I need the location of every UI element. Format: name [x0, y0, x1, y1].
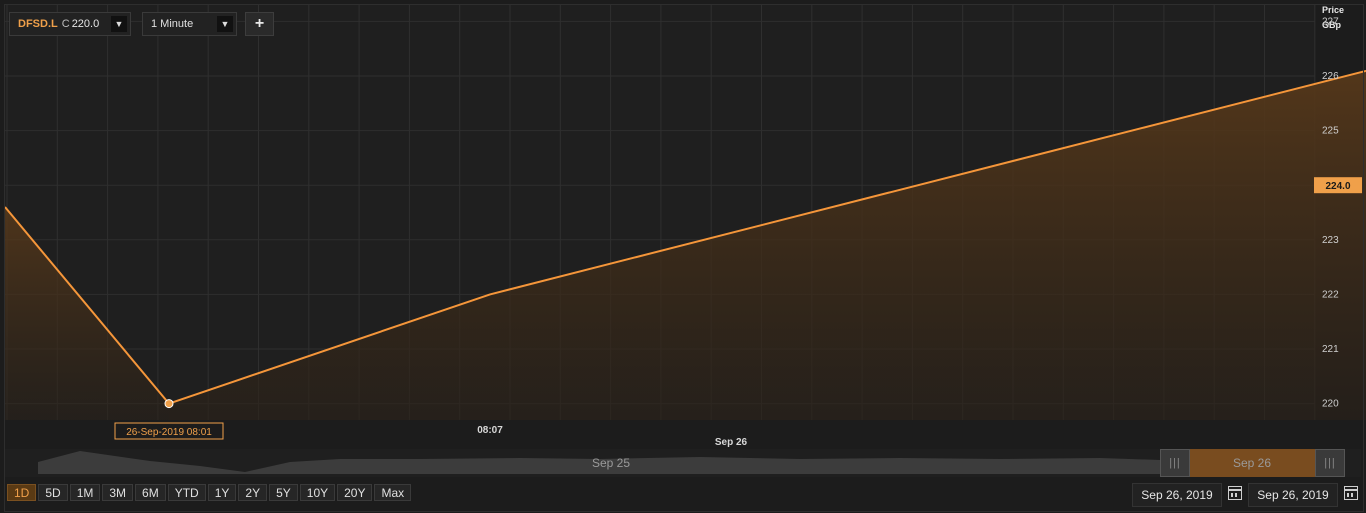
last-price-label: 224.0 [1325, 181, 1350, 192]
chart-window: Price GBp 220221222223224225226227 Sep 2… [0, 0, 1366, 513]
chevron-down-icon[interactable]: ▼ [111, 16, 127, 32]
range-button-3m[interactable]: 3M [102, 484, 134, 501]
navigator-right-handle[interactable]: ||| [1315, 449, 1345, 477]
x-axis-date-label: Sep 26 [715, 437, 748, 448]
navigator[interactable]: Sep 25 Sep 26 [5, 449, 1361, 477]
range-button-6m[interactable]: 6M [135, 484, 166, 501]
x-tick-label: 08:07 [477, 425, 503, 436]
interval-value: 1 Minute [151, 18, 194, 30]
date-to-field[interactable]: Sep 26, 2019 [1248, 483, 1338, 507]
y-tick-label: 225 [1322, 126, 1339, 137]
navigator-left-handle[interactable]: ||| [1160, 449, 1190, 477]
price-chart[interactable]: Price GBp 220221222223224225226227 Sep 2… [0, 0, 1366, 513]
area-fill-left [5, 207, 169, 420]
price-area [5, 70, 1366, 420]
instrument-selector[interactable]: DFSD.L C 220.0 ▼ [9, 12, 131, 36]
navigator-left-label: Sep 25 [592, 456, 630, 470]
range-button-ytd[interactable]: YTD [167, 484, 206, 501]
date-from-value: Sep 26, 2019 [1141, 488, 1213, 502]
range-button-5d[interactable]: 5D [38, 484, 68, 501]
y-tick-label: 223 [1322, 235, 1339, 246]
y-tick-label: 222 [1322, 289, 1339, 300]
close-value: 220.0 [71, 18, 100, 30]
plus-icon: + [254, 15, 265, 32]
x-axis: Sep 26 08:0708:2508:39 [477, 425, 748, 448]
instrument-ric: DFSD.L [18, 18, 58, 30]
add-series-button[interactable]: + [245, 12, 274, 36]
date-to-value: Sep 26, 2019 [1257, 488, 1329, 502]
calendar-icon[interactable] [1228, 486, 1242, 500]
range-button-1m[interactable]: 1M [69, 484, 101, 501]
range-button-2y[interactable]: 2Y [238, 484, 268, 501]
range-button-1d[interactable]: 1D [7, 484, 37, 501]
range-button-max[interactable]: Max [374, 484, 412, 501]
y-tick-label: 226 [1322, 71, 1339, 82]
close-prefix: C [61, 18, 70, 30]
crosshair-date-label: 26-Sep-2019 08:01 [126, 427, 212, 438]
navigator-right-label: Sep 26 [1233, 456, 1271, 470]
y-tick-label: 227 [1322, 16, 1339, 27]
y-tick-label: 221 [1322, 344, 1339, 355]
area-fill [169, 70, 1366, 420]
calendar-icon[interactable] [1344, 486, 1358, 500]
y-tick-label: 220 [1322, 399, 1339, 410]
range-button-10y[interactable]: 10Y [299, 484, 336, 501]
y-axis-title: Price [1322, 5, 1344, 15]
interval-selector[interactable]: 1 Minute ▼ [142, 12, 237, 36]
range-button-5y[interactable]: 5Y [269, 484, 298, 501]
crosshair-point [164, 399, 174, 409]
date-from-field[interactable]: Sep 26, 2019 [1132, 483, 1222, 507]
range-button-1y[interactable]: 1Y [207, 484, 237, 501]
range-buttons: 1D 5D 1M 3M 6M YTD 1Y 2Y 5Y 10Y 20Y Max [7, 484, 412, 501]
range-button-20y[interactable]: 20Y [337, 484, 373, 501]
chevron-down-icon[interactable]: ▼ [217, 16, 233, 32]
